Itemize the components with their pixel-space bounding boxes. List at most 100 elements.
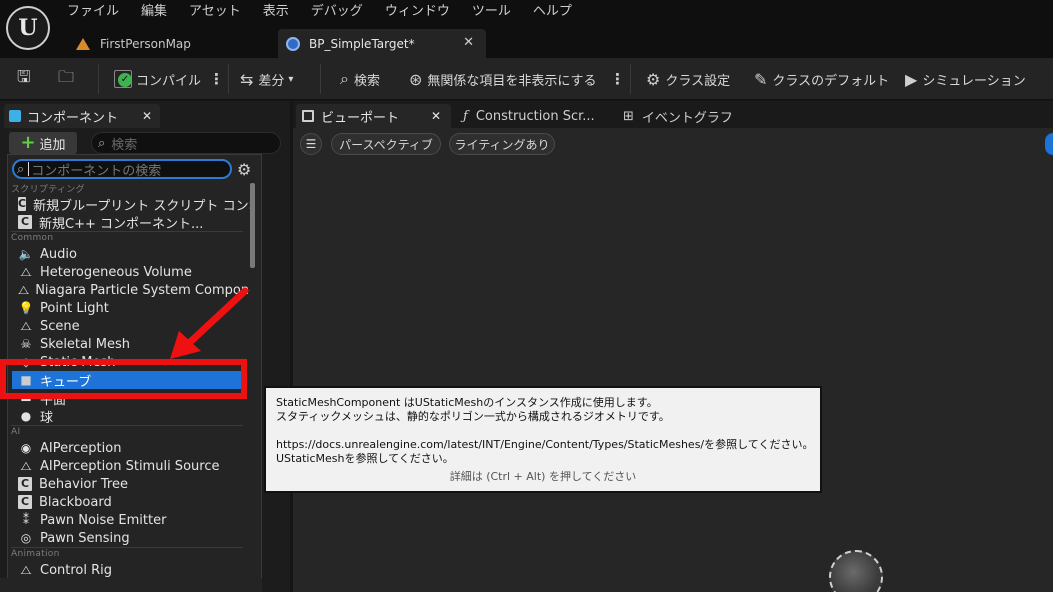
save-button[interactable]: 🖫 [17,58,36,100]
scrollbar-thumb[interactable] [250,183,255,268]
list-item-control-rig[interactable]: ⧍ Control Rig [18,561,250,579]
close-icon[interactable]: ✕ [431,109,441,123]
item-label: Audio [40,246,77,262]
speaker-icon: 🔈 [18,247,34,261]
menu-edit[interactable]: 編集 [141,3,167,21]
compile-options-icon[interactable]: ⋮ [209,58,224,100]
noise-icon: ⁑ [23,513,29,527]
tab-viewport-label: ビューポート [321,110,400,126]
compile-status-icon [114,70,132,88]
item-label: Scene [40,318,80,334]
component-icon: ⧍ [18,282,30,297]
tooltip-line: StaticMeshComponent はUStaticMeshのインスタンス作… [276,396,658,409]
category-common: Common [11,233,54,243]
simulation-label: シミュレーション [922,73,1026,89]
hide-icon: ⊛ [409,69,423,89]
doc-tab-first-person-map[interactable]: FirstPersonMap [70,29,275,58]
hamburger-icon: ☰ [305,137,317,151]
component-search-input[interactable]: ⌕ コンポーネントの検索 [12,159,232,179]
tab-construction-label: Construction Scr... [475,108,595,124]
editor-tabs: ビューポート ✕ ƒ Construction Scr... ⊞ イベントグラフ [293,101,1053,128]
list-item-blackboard[interactable]: C Blackboard [18,493,250,511]
default-scene-root-sphere[interactable] [829,550,883,592]
item-label: AIPerception Stimuli Source [40,458,220,474]
graph-icon: ⊞ [623,108,634,124]
tab-components-label: コンポーネント [27,110,119,126]
search-placeholder: 検索 [111,137,138,153]
plus-icon: + [20,132,36,153]
list-item-heterogeneous-volume[interactable]: ⧍ Heterogeneous Volume [18,263,250,281]
add-component-button[interactable]: + 追加 [9,132,77,154]
category-divider [11,231,243,232]
toolbar-divider [228,64,229,94]
tooltip-hint: 詳細は (Ctrl + Alt) を押してください [449,470,637,483]
tab-viewport[interactable]: ビューポート ✕ [296,104,451,128]
menu-tools[interactable]: ツール [472,3,511,21]
list-item-ai-stimuli-source[interactable]: ⧍ AIPerception Stimuli Source [18,457,250,475]
hide-unrelated-label: 無関係な項目を非表示にする [427,73,597,89]
menu-file[interactable]: ファイル [67,3,119,21]
folder-search-icon: 🗀 [58,66,75,86]
class-settings-button[interactable]: ⚙ クラス設定 [646,58,730,100]
eye-icon: ◉ [20,441,32,455]
component-tooltip: StaticMeshComponent はUStaticMeshのインスタンス作… [264,386,822,493]
tooltip-line: https://docs.unrealengine.com/latest/INT… [276,438,814,451]
text-caret [28,162,30,176]
menu-help[interactable]: ヘルプ [533,3,572,21]
diff-icon: ⇆ [240,69,254,89]
menu-asset[interactable]: アセット [189,3,241,21]
viewport-option-chip[interactable] [1045,133,1053,155]
list-item-behavior-tree[interactable]: C Behavior Tree [18,475,250,493]
class-defaults-button[interactable]: ✎ クラスのデフォルト [754,58,889,100]
gear-icon[interactable]: ⚙ [237,160,251,179]
list-item-sphere[interactable]: ● 球 [18,407,250,425]
close-icon[interactable]: ✕ [463,35,474,50]
list-item-new-cpp[interactable]: C 新規C++ コンポーネント... [18,213,250,231]
hide-unrelated-button[interactable]: ⊛ 無関係な項目を非表示にする [409,58,597,100]
more-options-icon[interactable]: ⋮ [610,58,625,100]
title-bar: U ファイル 編集 アセット 表示 デバッグ ウィンドウ ツール ヘルプ Fir… [0,0,1053,60]
item-label: 新規C++ コンポーネント... [39,216,204,232]
diff-button[interactable]: ⇆ 差分 ▾ [240,58,293,100]
class-icon: C [18,477,32,491]
search-icon: ⌕ [98,135,106,151]
toolbar-divider [98,64,99,94]
menu-bar: ファイル 編集 アセット 表示 デバッグ ウィンドウ ツール ヘルプ [67,3,594,21]
list-item-pawn-sensing[interactable]: ◎ Pawn Sensing [18,529,250,547]
component-icon: ⧍ [20,264,32,279]
tab-components[interactable]: コンポーネント ✕ [4,104,160,128]
class-icon: C [18,495,32,509]
component-icon: ⧍ [20,318,32,333]
compile-button[interactable]: コンパイル [114,58,201,100]
pointer-arrow-icon [170,287,249,359]
list-item-pawn-noise-emitter[interactable]: ⁑ Pawn Noise Emitter [18,511,250,529]
tab-event-graph[interactable]: ⊞ イベントグラフ [623,104,733,128]
item-label: 新規ブループリント スクリプト コンポーネント [33,198,250,214]
list-item-audio[interactable]: 🔈 Audio [18,245,250,263]
chevron-down-icon: ▾ [288,73,294,85]
viewport[interactable]: ☰ パースペクティブ ライティングあり [293,128,1053,592]
doc-tab-bp-simple-target[interactable]: BP_SimpleTarget* ✕ [278,29,486,58]
menu-view[interactable]: 表示 [263,3,289,21]
simulation-button[interactable]: ▶ シミュレーション [905,58,1026,100]
unreal-logo-icon[interactable]: U [6,6,50,50]
category-scripting: スクリプティング [11,185,85,195]
viewport-menu-button[interactable]: ☰ [300,133,322,155]
blueprint-icon [286,36,300,51]
tooltip-line: UStaticMeshを参照してください。 [276,452,454,465]
menu-debug[interactable]: デバッグ [311,3,363,21]
close-icon[interactable]: ✕ [142,109,152,123]
item-label: 球 [40,410,54,426]
search-button[interactable]: ⌕ 検索 [340,58,380,100]
components-search-input[interactable]: ⌕ 検索 [91,132,281,154]
tab-construction-script[interactable]: ƒ Construction Scr... [463,104,595,128]
skeleton-icon: ☠ [20,337,32,351]
browse-button[interactable]: 🗀 [58,58,79,100]
lighting-mode-button[interactable]: ライティングあり [449,133,555,155]
list-item-new-blueprint[interactable]: C 新規ブループリント スクリプト コンポーネント [18,195,250,213]
search-label: 検索 [353,73,380,89]
perspective-button[interactable]: パースペクティブ [331,133,441,155]
light-bulb-icon: 💡 [18,301,34,315]
menu-window[interactable]: ウィンドウ [385,3,450,21]
list-item-ai-perception[interactable]: ◉ AIPerception [18,439,250,457]
